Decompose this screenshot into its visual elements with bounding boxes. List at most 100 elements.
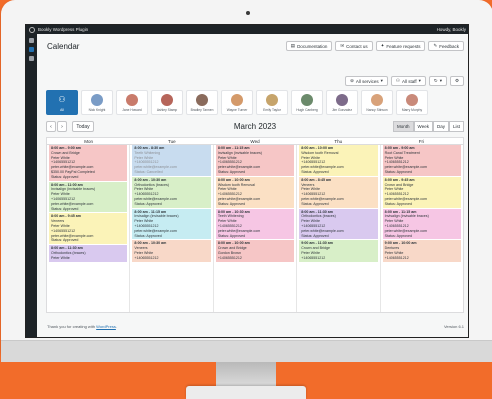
staff-member[interactable]: Emily Taylor <box>256 90 288 115</box>
refresh-button[interactable]: ↻ ▾ <box>428 76 447 86</box>
staff-member[interactable]: Marry Murphy <box>396 90 428 115</box>
view-switcher: Month Week Day List <box>393 121 464 132</box>
page-title: Calendar <box>47 42 80 51</box>
appointment-detail: Status: Approved <box>301 201 329 206</box>
day-column: 8:00 am - 10:00 am Wisdom tooth Removal Pe… <box>297 145 381 312</box>
appointment-detail: Status: Approved <box>51 174 79 179</box>
gear-icon: ⚙ <box>454 78 459 83</box>
appointment-detail: Status: Cancelled <box>134 169 163 174</box>
menu-dashboard-icon[interactable] <box>29 38 34 43</box>
avatar <box>266 93 278 106</box>
feature-requests-label: Feature requests <box>386 43 421 49</box>
staff-member[interactable]: Ashley Stamp <box>151 90 183 115</box>
appointment-detail: Status: Approved <box>217 233 246 238</box>
staff-all-button[interactable]: ⚇ All <box>46 90 78 115</box>
wordpress-logo-icon[interactable] <box>29 26 35 33</box>
appointment[interactable]: 8:00 am - 8:45 am Veneers Peter White +1406… <box>299 176 378 208</box>
avatar <box>301 93 313 106</box>
lightbulb-icon: ✦ <box>380 43 385 48</box>
services-filter-label: All services <box>355 78 379 84</box>
calendar-navigation: ‹ › Today March 2023 Month Week Day List <box>46 121 464 133</box>
appointment-detail: Status: Approved <box>301 169 329 174</box>
top-buttons: ▤ Documentation ✉ Contact us ✦ Feature requ… <box>285 41 464 51</box>
contact-us-button[interactable]: ✉ Contact us <box>335 41 373 51</box>
staff-member[interactable]: Hugh Canberg <box>291 90 323 115</box>
staff-member[interactable]: Jim Gonzalez <box>326 90 358 115</box>
feature-requests-button[interactable]: ✦ Feature requests <box>375 41 426 51</box>
avatar <box>406 93 418 106</box>
day-header: Mon <box>84 139 93 144</box>
services-filter[interactable]: ⊜ All services ▾ <box>345 76 388 86</box>
view-week-button[interactable]: Week <box>413 121 433 132</box>
settings-button[interactable]: ⚙ <box>449 76 464 86</box>
wordpress-link[interactable]: WordPress <box>96 324 116 329</box>
menu-bookly-icon[interactable] <box>29 47 34 52</box>
appointment-detail: Status: Approved <box>217 201 246 206</box>
appointment[interactable]: 8:00 am - 9:00 am Crown and Bridge Peter W… <box>49 145 128 181</box>
appointment[interactable]: 8:00 am - 11:15 am Invisalign (invisable … <box>132 208 211 240</box>
appointment[interactable]: 8:00 am - 10:30 am Teeth Whitening Peter W… <box>215 208 295 240</box>
view-list-button[interactable]: List <box>448 121 464 132</box>
howdy-user[interactable]: Howdy, Bookly <box>437 27 466 32</box>
contact-us-label: Contact us <box>346 43 368 49</box>
staff-member[interactable]: Wayne Turner <box>221 90 253 115</box>
appointment[interactable]: 8:00 am - 9:00 am Root Canal Treatment Pet… <box>382 145 462 176</box>
avatar <box>231 93 243 106</box>
view-day-button[interactable]: Day <box>432 121 449 132</box>
day-column: 8:00 am - 9:00 am Root Canal Treatment Pet… <box>381 145 463 312</box>
staff-name: Jim Gonzalez <box>332 107 352 112</box>
day-columns: 8:00 am - 9:00 am Crown and Bridge Peter W… <box>47 145 463 312</box>
staff-member[interactable]: Nick Knight <box>81 90 113 115</box>
feedback-label: Feedback <box>439 43 459 49</box>
appointment[interactable]: 8:00 am - 10:00 am Wisdom tooth Removal Pe… <box>215 176 295 208</box>
staff-filter-label: All staff <box>401 78 417 84</box>
avatar <box>196 93 208 106</box>
webcam <box>246 11 250 15</box>
chevron-down-icon: ▾ <box>380 78 383 83</box>
feedback-button[interactable]: ✎ Feedback <box>428 41 464 51</box>
footer-credit: Thank you for creating with WordPress. <box>47 324 117 329</box>
appointment-detail: Status: Approved <box>384 233 412 238</box>
admin-sidebar <box>26 34 37 337</box>
appointment[interactable]: 8:00 am - 11:15 am Invisalign (invisable … <box>382 208 462 240</box>
appointment[interactable]: 8:00 am - 11:00 am Invisalign (invisable … <box>49 181 128 213</box>
appointment[interactable]: 8:00 am - 11:30 am Orthodontics (braces) P… <box>299 208 378 240</box>
site-name[interactable]: Bookly Wordpress Plugin <box>38 27 437 32</box>
appointment[interactable]: 8:00 am - 8:30 am Teeth Whitening Peter Wh… <box>132 145 211 176</box>
appointment[interactable]: 9:00 am - 10:00 am Dentures Peter White +14… <box>382 240 462 262</box>
appointment[interactable]: 8:00 am - 9:45 am Veneers Peter White +1406… <box>49 213 128 245</box>
staff-name: Ashley Stamp <box>156 107 178 112</box>
staff-member[interactable]: Nancy Stinson <box>361 90 393 115</box>
menu-settings-icon[interactable] <box>29 56 34 61</box>
filter-icon: ⊜ <box>350 78 354 83</box>
document-icon: ▤ <box>290 43 296 48</box>
view-month-button[interactable]: Month <box>393 121 414 132</box>
staff-filter[interactable]: ⚇ All staff ▾ <box>390 76 426 86</box>
avatar <box>126 93 138 106</box>
appointment[interactable]: 8:00 am - 11:30 am Orthodontics (braces) P… <box>49 245 128 262</box>
appointment-detail: +14065551212 <box>301 255 326 260</box>
avatar <box>161 93 173 106</box>
monitor-chin <box>1 340 492 362</box>
appointment[interactable]: 8:00 am - 9:45 am Crown and Bridge Peter W… <box>382 176 462 208</box>
staff-member[interactable]: Jane Howard <box>116 90 148 115</box>
appointment-detail: +14065551212 <box>134 255 159 260</box>
day-headers: Mon Tue Wed Thu Fri <box>47 138 463 145</box>
appointment[interactable]: 8:00 am - 10:30 am Veneers Peter White +140… <box>132 240 211 262</box>
appointment[interactable]: 8:00 am - 10:00 am Crown and Bridge Gordon… <box>215 240 295 262</box>
appointment[interactable]: 9:00 am - 11:30 am Crown and Bridge Peter … <box>299 240 378 262</box>
staff-name: Nick Knight <box>88 107 106 112</box>
staff-name: Nancy Stinson <box>366 107 388 112</box>
staff-member[interactable]: Bradley Tannen <box>186 90 218 115</box>
appointment-detail: Status: Approved <box>134 201 162 206</box>
appointment-detail: Status: Approved <box>51 238 79 243</box>
appointment[interactable]: 8:00 am - 10:30 am Orthodontics (braces) P… <box>132 176 211 208</box>
appointment-detail: Status: Approved <box>51 206 79 211</box>
appointment[interactable]: 8:00 am - 11:15 am Invisalign (invisable … <box>215 145 295 176</box>
staff-selector: ⚇ All Nick Knight Jane Howard Ashley Stamp Br… <box>46 90 428 115</box>
staff-name: All <box>60 107 64 112</box>
group-icon: ⚇ <box>58 95 66 104</box>
documentation-button[interactable]: ▤ Documentation <box>285 41 333 51</box>
appointment-detail: Status: Approved <box>384 201 412 206</box>
appointment[interactable]: 8:00 am - 10:00 am Wisdom tooth Removal Pe… <box>299 145 378 176</box>
